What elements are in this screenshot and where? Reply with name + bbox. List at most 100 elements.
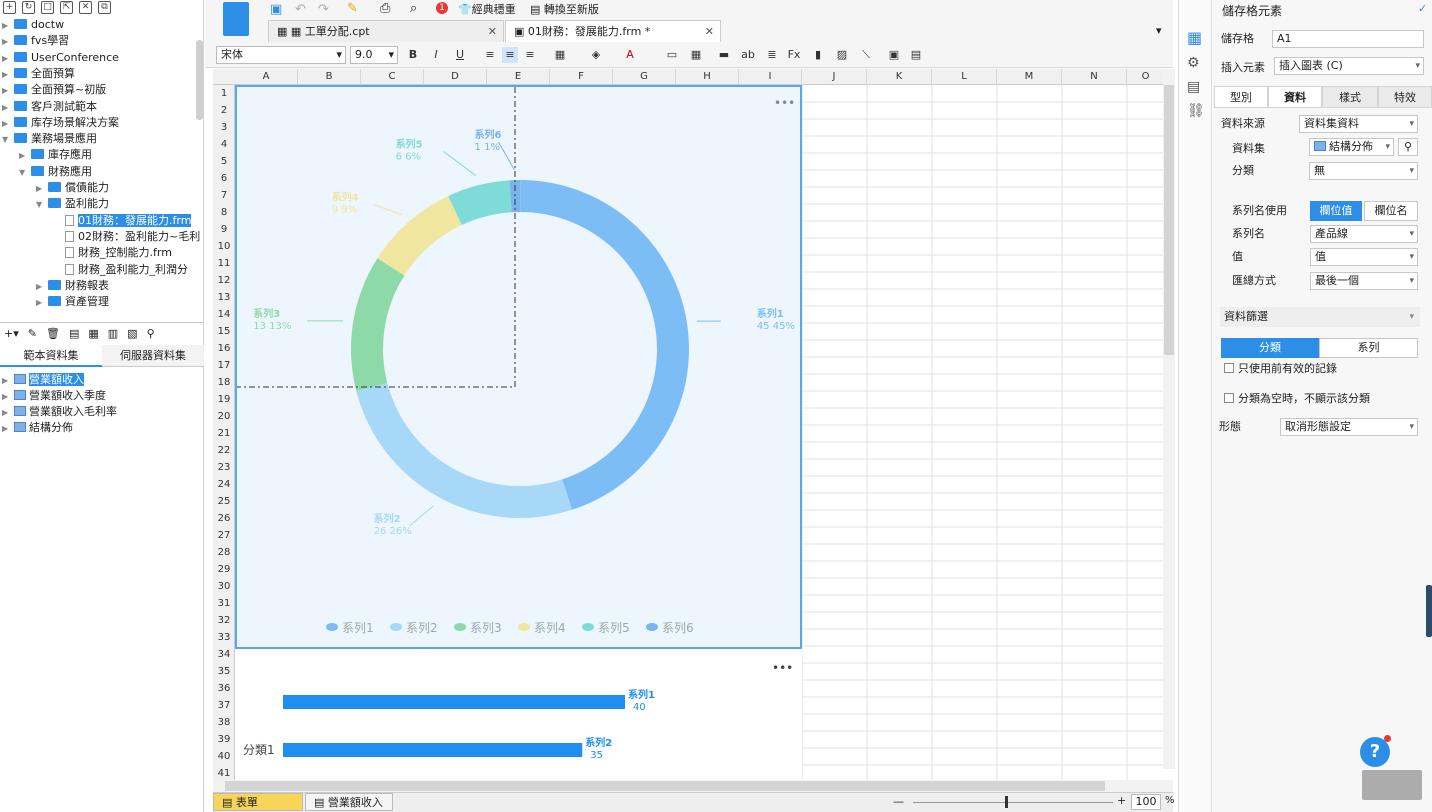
category-select[interactable]: 無 ▾ xyxy=(1309,162,1418,180)
formula-icon[interactable]: Fx xyxy=(786,47,802,63)
dataset-item[interactable]: ▶ 營業額收入毛利率 xyxy=(2,404,117,420)
row-header-cell[interactable]: 25 xyxy=(213,493,235,510)
dataset-item[interactable]: ▶ 營業額收入 xyxy=(2,372,84,388)
chevron-right-icon[interactable]: ▶ xyxy=(2,18,14,34)
series-field-value-toggle[interactable]: 欄位值 xyxy=(1310,201,1362,221)
row-header-cell[interactable]: 34 xyxy=(213,646,235,663)
tree-scrollbar[interactable] xyxy=(196,40,203,120)
search-icon[interactable]: ⚲ xyxy=(147,327,155,340)
row-header-cell[interactable]: 20 xyxy=(213,408,235,425)
tab-type[interactable]: 型別 xyxy=(1214,86,1268,108)
source-select[interactable]: 資料集資料 ▾ xyxy=(1299,115,1418,133)
row-header-cell[interactable]: 37 xyxy=(213,697,235,714)
row-header-cell[interactable]: 16 xyxy=(213,340,235,357)
column-header-cell[interactable]: D xyxy=(424,69,487,85)
row-header-cell[interactable]: 6 xyxy=(213,170,235,187)
merge-icon[interactable]: ▭ xyxy=(664,47,680,63)
chevron-right-icon[interactable]: ▶ xyxy=(2,100,14,116)
chevron-right-icon[interactable]: ▶ xyxy=(2,389,14,405)
row-header-cell[interactable]: 29 xyxy=(213,561,235,578)
cell-element-icon[interactable]: ▦ xyxy=(1187,28,1203,47)
row-header-cell[interactable]: 17 xyxy=(213,357,235,374)
zoom-input[interactable]: 100 xyxy=(1131,794,1161,810)
tab-frm[interactable]: ▣ 01財務：發展能力.frm * ✕ xyxy=(505,20,721,42)
chevron-right-icon[interactable]: ▶ xyxy=(2,373,14,389)
tree-file[interactable]: 02財務：盈利能力~毛利 xyxy=(53,229,200,245)
column-header-cell[interactable]: C xyxy=(361,69,424,85)
tree-folder[interactable]: ▶ 財務報表 xyxy=(36,278,109,294)
delete-dataset-icon[interactable]: 🗑 xyxy=(46,327,60,340)
checkbox[interactable] xyxy=(1224,393,1234,403)
row-header-cell[interactable]: 30 xyxy=(213,578,235,595)
tab-template-dataset[interactable]: 範本資料集 xyxy=(0,345,102,367)
column-header-cell[interactable]: G xyxy=(613,69,676,85)
switch-version-button[interactable]: ▤ 轉換至新版 xyxy=(530,1,599,17)
row-header-cell[interactable]: 27 xyxy=(213,527,235,544)
row-header-cell[interactable]: 12 xyxy=(213,272,235,289)
check-hide-empty[interactable]: 分類為空時，不顯示該分類 xyxy=(1224,389,1370,409)
filter-tab-series[interactable]: 系列 xyxy=(1319,338,1418,358)
tree-folder[interactable]: ▶ doctw xyxy=(2,17,64,33)
row-header-cell[interactable]: 8 xyxy=(213,204,235,221)
tree-folder[interactable]: ▶ 全面預算~初版 xyxy=(2,82,106,98)
edit-icon[interactable]: ✎ xyxy=(28,327,37,340)
row-header-cell[interactable]: 39 xyxy=(213,731,235,748)
row-header-cell[interactable]: 14 xyxy=(213,306,235,323)
tree-folder[interactable]: ▶ 客戶測試範本 xyxy=(2,99,97,115)
edit-icon[interactable]: ✓ xyxy=(1418,2,1427,15)
column-header-cell[interactable]: O xyxy=(1127,69,1165,85)
search-doc-icon[interactable]: ⌕ xyxy=(410,1,417,16)
new-folder-icon[interactable]: + xyxy=(3,1,16,14)
open-icon[interactable]: □ xyxy=(41,1,54,14)
column-header-cell[interactable]: H xyxy=(676,69,739,85)
row-header-cell[interactable]: 2 xyxy=(213,102,235,119)
row-header-cell[interactable]: 35 xyxy=(213,663,235,680)
series-field-name-toggle[interactable]: 欄位名 xyxy=(1364,201,1418,221)
font-size-select[interactable]: 9.0 ▾ xyxy=(350,46,398,64)
table-icon[interactable]: ▤ xyxy=(908,47,924,63)
tree-folder[interactable]: ▶ 库存场景解决方案 xyxy=(2,115,119,131)
undo-icon[interactable]: ↶ xyxy=(295,2,306,17)
copy-icon[interactable]: ⧉ xyxy=(98,1,111,14)
sheet-tab-revenue[interactable]: ▤ 營業額收入 xyxy=(305,793,393,811)
insert-select[interactable]: 插入圖表 (C) ▾ xyxy=(1274,57,1424,75)
chart-icon[interactable]: ▮ xyxy=(810,47,826,63)
row-header-cell[interactable]: 9 xyxy=(213,221,235,238)
column-header-cell[interactable]: M xyxy=(997,69,1062,85)
checkbox[interactable] xyxy=(1224,363,1234,373)
redo-icon[interactable]: ↷ xyxy=(318,2,329,17)
slash-icon[interactable]: ⟍ xyxy=(858,47,874,63)
row-header-cell[interactable]: 32 xyxy=(213,612,235,629)
tree-folder[interactable]: ▶ UserConference xyxy=(2,50,119,66)
row-header-cell[interactable]: 18 xyxy=(213,374,235,391)
row-header-cell[interactable]: 24 xyxy=(213,476,235,493)
tree-file[interactable]: 01財務：發展能力.frm xyxy=(53,213,192,229)
media-controls[interactable] xyxy=(1362,770,1422,800)
add-dataset-icon[interactable]: +▾ xyxy=(4,327,19,340)
chevron-right-icon[interactable]: ▶ xyxy=(2,67,14,83)
row-header-cell[interactable]: 33 xyxy=(213,629,235,646)
tree-folder[interactable]: ▼ 業務場景應用 xyxy=(2,131,97,147)
row-header-cell[interactable]: 38 xyxy=(213,714,235,731)
column-header-cell[interactable]: B xyxy=(298,69,361,85)
chevron-right-icon[interactable]: ▶ xyxy=(2,34,14,50)
align-right-icon[interactable]: ≡ xyxy=(522,47,538,63)
zoom-slider-handle[interactable] xyxy=(1005,796,1008,808)
row-header-cell[interactable]: 21 xyxy=(213,425,235,442)
row-header-cell[interactable]: 26 xyxy=(213,510,235,527)
side-widget-tab[interactable] xyxy=(1426,585,1432,637)
chevron-down-icon[interactable]: ▼ xyxy=(19,165,31,181)
preview-icon[interactable]: ▤ xyxy=(69,327,79,340)
cell-input[interactable]: A1 xyxy=(1272,30,1424,48)
column-header-cell[interactable]: N xyxy=(1062,69,1127,85)
tree-folder[interactable]: ▶ fvs學習 xyxy=(2,33,69,49)
border-icon[interactable]: ▦ xyxy=(552,47,568,63)
save-icon[interactable]: ▣ xyxy=(270,2,282,17)
brush-icon[interactable]: ✎ xyxy=(347,1,358,16)
tree-folder[interactable]: ▼ 盈利能力 xyxy=(36,196,109,212)
chevron-right-icon[interactable]: ▶ xyxy=(2,51,14,67)
tab-effect[interactable]: 特效 xyxy=(1378,86,1432,108)
column-header-cell[interactable]: K xyxy=(867,69,932,85)
classic-theme-button[interactable]: 👕經典穩重 xyxy=(458,1,516,17)
image-icon[interactable]: ▨ xyxy=(834,47,850,63)
